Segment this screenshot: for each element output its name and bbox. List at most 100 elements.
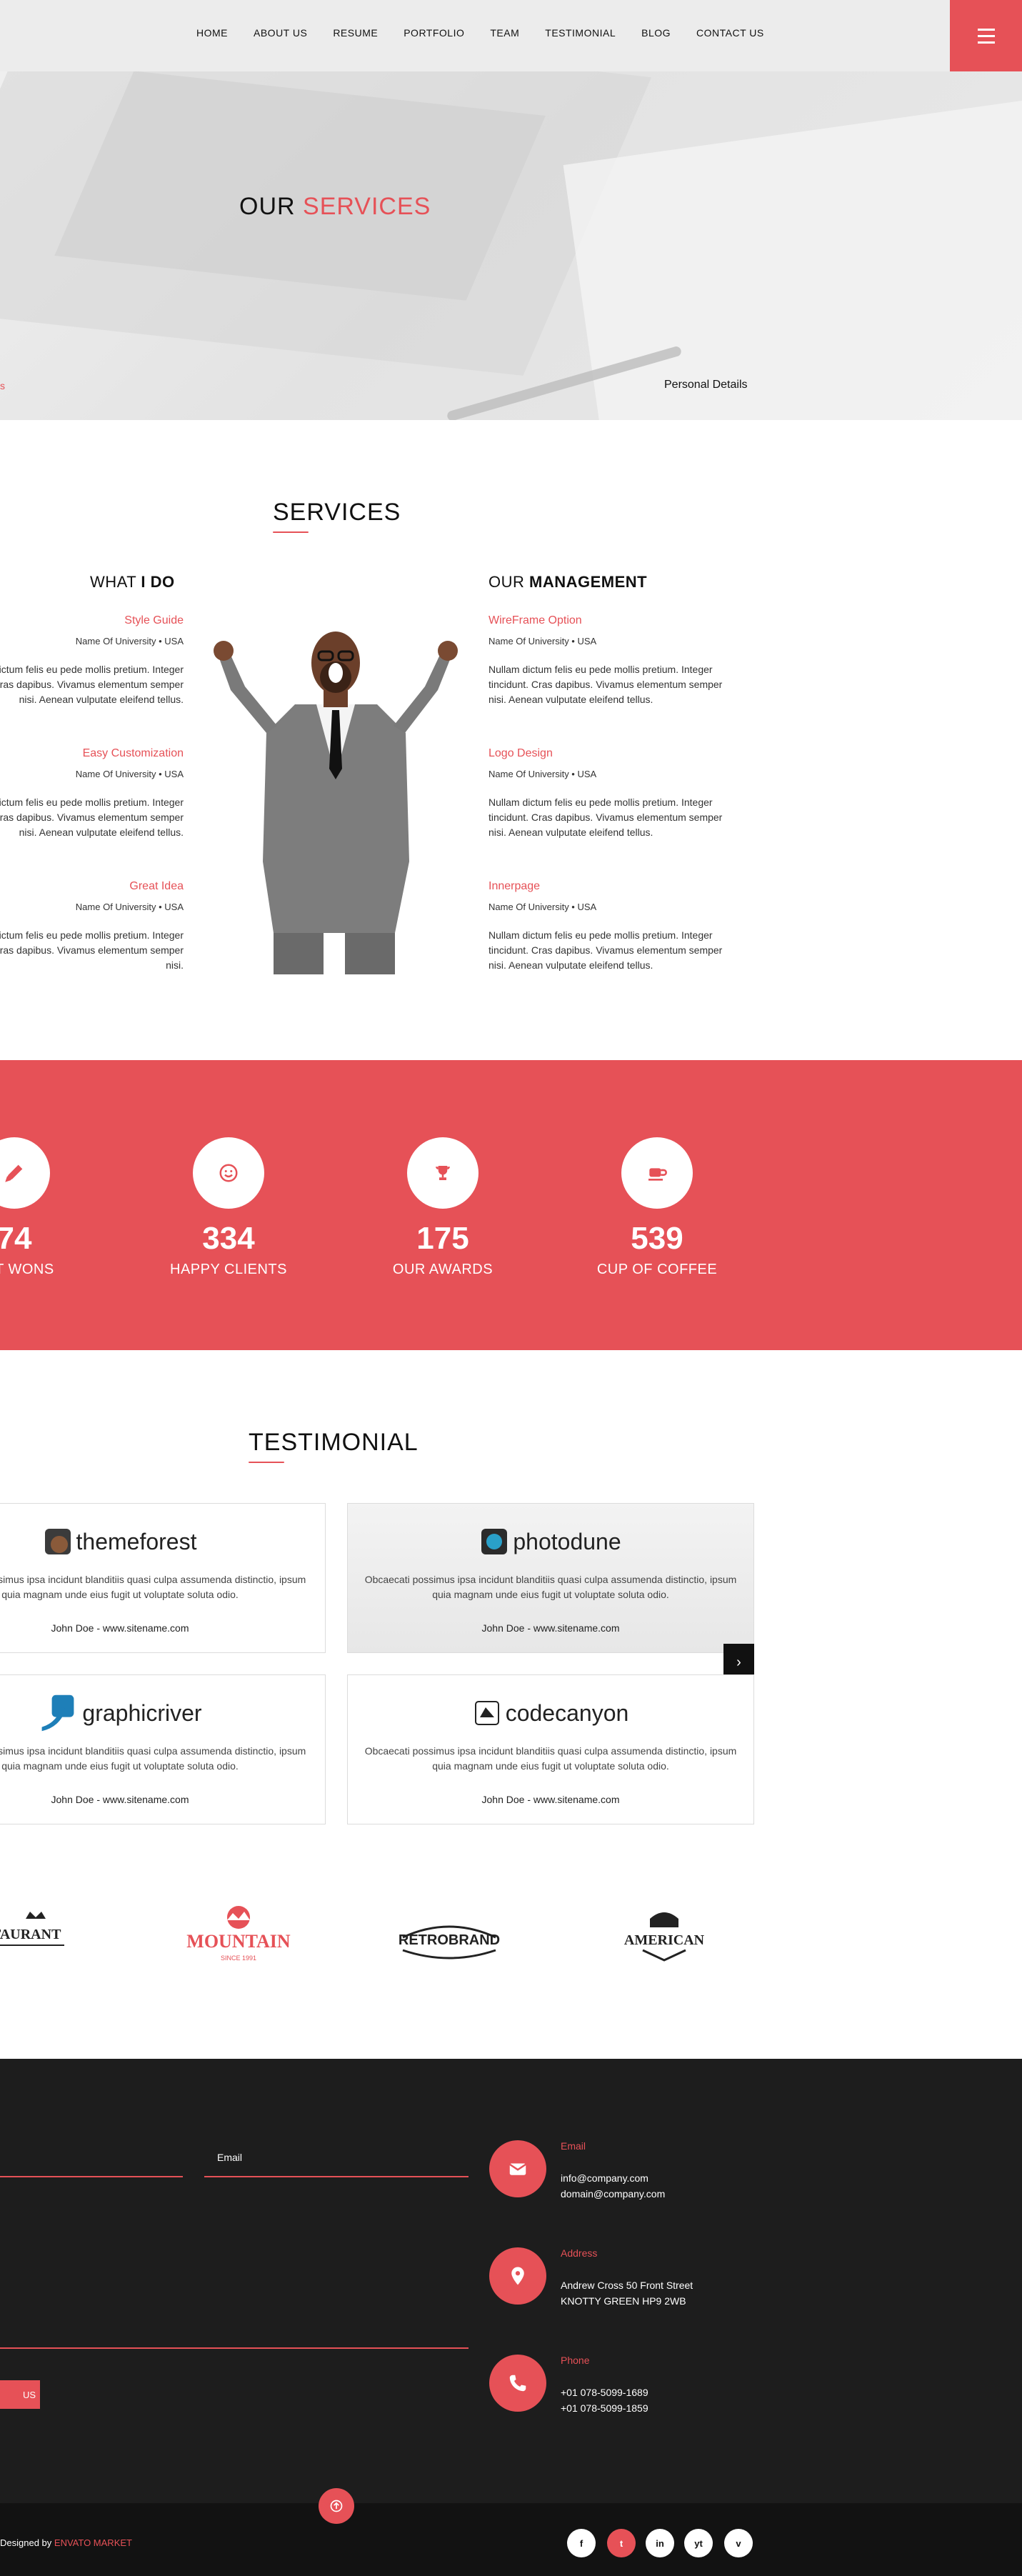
service-subtitle: Name Of University • USA <box>75 636 184 647</box>
graphicriver-logo: graphicriver <box>0 1694 325 1732</box>
contact-line: Andrew Cross 50 Front Street <box>561 2280 693 2291</box>
testimonial-author: John Doe - www.sitename.com <box>51 1794 189 1805</box>
svg-text:AMERICAN: AMERICAN <box>624 1932 705 1948</box>
hero-title-main: OUR <box>239 193 296 220</box>
stat-coffee: 539 CUP OF COFFEE <box>564 1137 750 1278</box>
service-item: Easy Customization Name Of University • … <box>0 747 184 840</box>
service-title[interactable]: Easy Customization <box>0 747 184 760</box>
stat-awards: 175 OUR AWARDS <box>350 1137 536 1278</box>
back-to-top-button[interactable] <box>319 2488 354 2524</box>
service-subtitle: Name Of University • USA <box>489 902 597 912</box>
hamburger-icon <box>977 26 995 46</box>
heading-bold: MANAGEMENT <box>529 573 648 591</box>
stat-number: 74 <box>0 1221 32 1256</box>
nav-item-home[interactable]: HOME <box>196 27 228 39</box>
twitter-icon[interactable]: t <box>607 2529 636 2557</box>
contact-line[interactable]: domain@company.com <box>561 2186 746 2202</box>
nav-menu: HOME ABOUT US RESUME PORTFOLIO TEAM TEST… <box>196 27 790 39</box>
contact-line[interactable]: +01 078-5099-1859 <box>561 2400 746 2416</box>
nav-item-testimonial[interactable]: TESTIMONIAL <box>545 27 616 39</box>
american-logo-icon: AMERICAN <box>624 1912 705 1962</box>
email-field-underline[interactable] <box>204 2176 469 2177</box>
service-title[interactable]: WireFrame Option <box>489 614 724 627</box>
message-field-underline[interactable] <box>0 2347 469 2349</box>
menu-toggle-button[interactable] <box>950 0 1022 71</box>
testimonial-text: Obcaecati possimus ipsa incidunt blandit… <box>0 1574 306 1600</box>
heading-bold: I DO <box>141 573 175 591</box>
service-description: Nullam dictum felis eu pede mollis preti… <box>0 797 184 838</box>
businessman-image <box>214 631 458 974</box>
linkedin-icon[interactable]: in <box>646 2529 674 2557</box>
brand-logo-retrobrand[interactable]: RETROBRAND <box>396 1909 503 1977</box>
service-description: Nullam dictum felis eu pede mollis preti… <box>0 929 184 971</box>
nav-item-team[interactable]: TEAM <box>490 27 519 39</box>
coffee-icon <box>621 1137 693 1209</box>
breadcrumb-left[interactable]: s <box>0 380 9 390</box>
service-subtitle: Name Of University • USA <box>489 636 597 647</box>
contact-line[interactable]: info@company.com <box>561 2170 746 2186</box>
service-description: Nullam dictum felis eu pede mollis preti… <box>489 664 723 705</box>
codecanyon-logo: codecanyon <box>348 1697 753 1729</box>
service-item: WireFrame Option Name Of University • US… <box>489 614 724 707</box>
service-subtitle: Name Of University • USA <box>75 769 184 779</box>
top-nav: HOME ABOUT US RESUME PORTFOLIO TEAM TEST… <box>0 0 1022 71</box>
heading-light: WHAT <box>90 573 136 591</box>
credits: Designed by ENVATO MARKET <box>0 2537 132 2548</box>
arrow-up-icon <box>330 2500 343 2512</box>
service-item: Great Idea Name Of University • USA Null… <box>0 880 184 973</box>
heading-light: OUR <box>489 573 525 591</box>
nav-item-about[interactable]: ABOUT US <box>254 27 307 39</box>
youtube-icon[interactable]: yt <box>684 2529 713 2557</box>
restaurant-logo-icon: TAURANT <box>0 1912 64 1946</box>
stat-label: OUR AWARDS <box>392 1262 494 1277</box>
service-title[interactable]: Style Guide <box>0 614 184 627</box>
name-field-underline[interactable] <box>0 2176 183 2177</box>
services-title: SERVICES <box>273 499 401 526</box>
nav-item-blog[interactable]: BLOG <box>641 27 671 39</box>
testimonial-text: Obcaecati possimus ipsa incidunt blandit… <box>364 1745 737 1772</box>
service-title[interactable]: Logo Design <box>489 747 724 760</box>
nav-item-resume[interactable]: RESUME <box>333 27 378 39</box>
credits-link[interactable]: ENVATO MARKET <box>54 2537 132 2548</box>
facebook-icon[interactable]: f <box>567 2529 596 2557</box>
hero-banner: OUR SERVICES s Personal Details <box>0 71 1022 420</box>
retrobrand-logo-icon: RETROBRAND <box>399 1925 500 1960</box>
photodune-icon <box>481 1529 508 1554</box>
themeforest-icon <box>44 1529 71 1554</box>
email-field-label: Email <box>217 2152 243 2163</box>
themeforest-logo: themeforest <box>0 1525 325 1558</box>
vimeo-icon[interactable]: v <box>724 2529 753 2557</box>
brand-logo-american[interactable]: AMERICAN <box>614 1903 714 1978</box>
contact-line: KNOTTY GREEN HP9 2WB <box>561 2295 686 2307</box>
stat-label: HAPPY CLIENTS <box>170 1262 287 1277</box>
brand-name: photodune <box>513 1528 621 1554</box>
service-item: Logo Design Name Of University • USA Nul… <box>489 747 724 840</box>
nav-item-contact[interactable]: CONTACT US <box>696 27 764 39</box>
our-management-heading: OUR MANAGEMENT <box>489 573 647 591</box>
service-item: Style Guide Name Of University • USA Nul… <box>0 614 184 707</box>
chevron-right-icon: › <box>736 1654 741 1670</box>
service-description: Nullam dictum felis eu pede mollis preti… <box>489 929 723 971</box>
stat-label: CUP OF COFFEE <box>596 1262 718 1277</box>
pen-icon <box>0 1137 50 1209</box>
breadcrumb-personal-details[interactable]: Personal Details <box>664 379 748 391</box>
hero-title: OUR SERVICES <box>239 193 431 221</box>
testimonial-card: graphicriver Obcaecati possimus ipsa inc… <box>0 1674 326 1824</box>
page: HOME ABOUT US RESUME PORTFOLIO TEAM TEST… <box>0 0 1022 2576</box>
send-button[interactable]: US <box>0 2380 40 2409</box>
testimonial-card: photodune Obcaecati possimus ipsa incidu… <box>347 1503 754 1653</box>
graphicriver-icon <box>42 1694 74 1732</box>
service-title[interactable]: Innerpage <box>489 880 724 893</box>
brand-name: graphicriver <box>82 1699 202 1726</box>
contact-values: Andrew Cross 50 Front Street KNOTTY GREE… <box>561 2277 746 2309</box>
testimonial-title-underline <box>249 1462 284 1463</box>
contact-heading: Phone <box>561 2355 590 2366</box>
contact-line[interactable]: +01 078-5099-1689 <box>561 2385 746 2400</box>
brand-logo-restaurant[interactable]: TAURANT <box>0 1906 86 1967</box>
service-title[interactable]: Great Idea <box>0 880 184 893</box>
contact-values: +01 078-5099-1689 +01 078-5099-1859 <box>561 2385 746 2416</box>
nav-item-portfolio[interactable]: PORTFOLIO <box>404 27 464 39</box>
testimonial-title: TESTIMONIAL <box>249 1429 419 1456</box>
brand-logo-mountain[interactable]: MOUNTAIN SINCE 1991 <box>181 1903 296 1978</box>
contact-heading: Email <box>561 2140 586 2152</box>
